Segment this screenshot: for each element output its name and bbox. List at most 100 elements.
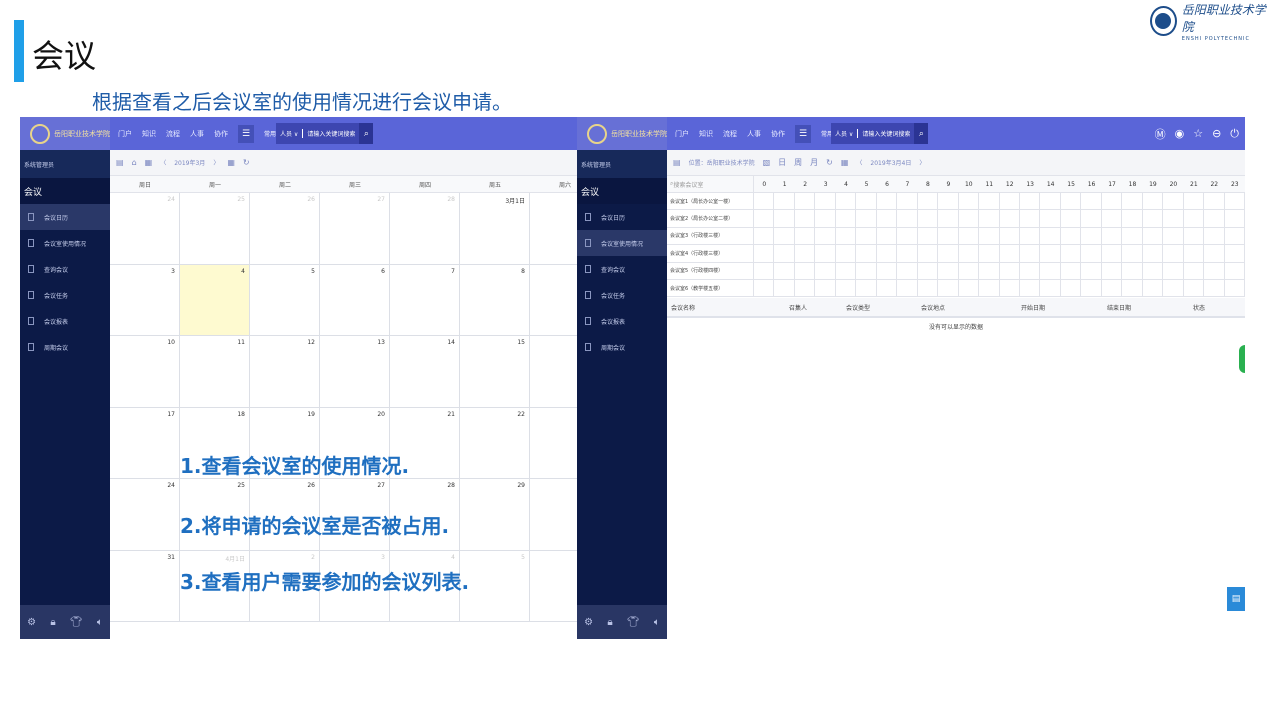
time-slot[interactable] [1000,279,1020,297]
time-slot[interactable] [897,193,918,210]
calendar-day-cell[interactable]: 17 [110,407,180,479]
sidebar-item-reports[interactable]: 会议报表 [20,308,110,334]
time-slot[interactable] [959,193,980,210]
time-slot[interactable] [1000,262,1020,279]
time-slot[interactable] [856,193,877,210]
time-slot[interactable] [856,245,877,262]
time-slot[interactable] [918,210,939,227]
time-slot[interactable] [856,262,877,279]
time-slot[interactable] [774,227,795,245]
time-slot[interactable] [815,262,836,279]
time-slot[interactable] [754,193,775,210]
time-slot[interactable] [795,193,816,210]
common-menu[interactable]: 常用 [264,129,276,138]
room-name[interactable]: 会议室5（行政楼四楼） [667,262,754,279]
time-slot[interactable] [979,245,1000,262]
time-slot[interactable] [1143,245,1164,262]
time-slot[interactable] [795,262,816,279]
next-month-icon[interactable]: 〉 [213,158,219,167]
time-slot[interactable] [1040,227,1061,245]
search-type-dropdown[interactable]: 人员 ∨ [280,129,304,138]
time-slot[interactable] [938,210,959,227]
time-slot[interactable] [1204,227,1225,245]
prev-month-icon[interactable]: 〈 [160,158,166,167]
time-slot[interactable] [856,279,877,297]
time-slot[interactable] [795,279,816,297]
time-slot[interactable] [1102,227,1123,245]
month-view-icon[interactable]: 月 [810,157,818,168]
time-slot[interactable] [1184,227,1205,245]
time-slot[interactable] [1122,262,1143,279]
calendar-day-cell[interactable]: 4 [180,264,250,336]
grid-icon[interactable]: ▦ [227,158,235,167]
calendar-day-cell[interactable]: 3月1日 [460,193,530,265]
time-slot[interactable] [795,227,816,245]
time-slot[interactable] [754,262,775,279]
time-slot[interactable] [836,210,857,227]
nav-item[interactable]: 协作 [214,129,228,139]
refresh-icon[interactable]: ↻ [826,158,833,167]
lock-icon[interactable]: 🔒︎ [607,617,612,628]
time-slot[interactable] [856,210,877,227]
time-slot[interactable] [1204,210,1225,227]
nav-item[interactable]: 协作 [771,129,785,139]
calendar-day-cell[interactable]: 22 [460,407,530,479]
calendar-day-cell[interactable]: 6 [320,264,390,336]
time-slot[interactable] [1102,193,1123,210]
sidebar-item-reports[interactable]: 会议报表 [577,308,667,334]
time-slot[interactable] [1081,193,1102,210]
calendar-day-cell[interactable]: 14 [390,336,460,408]
speaker-icon[interactable]: 🔈︎ [654,617,660,628]
time-slot[interactable] [815,193,836,210]
calendar-day-cell[interactable]: 28 [390,193,460,265]
time-slot[interactable] [836,279,857,297]
sidebar-item-tasks[interactable]: 会议任务 [577,282,667,308]
time-slot[interactable] [1000,245,1020,262]
nav-item[interactable]: 人事 [190,129,204,139]
time-slot[interactable] [1081,210,1102,227]
lock-icon[interactable]: 🔒︎ [50,617,55,628]
room-search-input[interactable]: ⌕ 搜索会议室 [667,176,754,192]
time-slot[interactable] [1225,279,1245,297]
location-icon[interactable]: ▤ [673,158,681,167]
time-slot[interactable] [1163,227,1184,245]
grid-icon[interactable]: ▦ [841,158,849,167]
time-slot[interactable] [1102,279,1123,297]
time-slot[interactable] [856,227,877,245]
sidebar-item-recurring[interactable]: 周期会议 [577,334,667,360]
room-name[interactable]: 会议室4（行政楼三楼） [667,245,754,262]
prev-day-icon[interactable]: 〈 [856,158,862,167]
column-header[interactable]: 会议类型 [842,298,917,316]
time-slot[interactable] [795,245,816,262]
room-name[interactable]: 会议室3（行政楼三楼） [667,227,754,245]
time-slot[interactable] [1081,279,1102,297]
room-name[interactable]: 会议室1（局长办公室一楼） [667,193,754,210]
time-slot[interactable] [897,262,918,279]
time-slot[interactable] [836,245,857,262]
floating-chip[interactable] [1239,345,1245,373]
time-slot[interactable] [754,279,775,297]
time-slot[interactable] [1163,262,1184,279]
power-icon[interactable]: ⏻ [1230,127,1239,141]
time-slot[interactable] [918,279,939,297]
calendar-day-cell[interactable] [530,193,577,265]
calendar-day-cell[interactable]: 31 [110,550,180,622]
column-header[interactable]: 会议名称 [667,298,785,316]
time-slot[interactable] [959,279,980,297]
location-label[interactable]: 位置：岳阳职业技术学院 [689,158,755,167]
time-slot[interactable] [1061,245,1082,262]
time-slot[interactable] [1163,245,1184,262]
time-slot[interactable] [774,193,795,210]
time-slot[interactable] [1163,193,1184,210]
time-slot[interactable] [1204,245,1225,262]
time-slot[interactable] [1204,279,1225,297]
room-name[interactable]: 会议室6（教学楼五楼） [667,279,754,297]
home-icon[interactable]: ⌂ [132,158,137,167]
time-slot[interactable] [1000,193,1020,210]
time-slot[interactable] [1102,262,1123,279]
time-slot[interactable] [774,245,795,262]
time-slot[interactable] [1163,210,1184,227]
time-slot[interactable] [897,210,918,227]
calendar-day-cell[interactable]: 24 [110,479,180,551]
time-slot[interactable] [1020,210,1041,227]
